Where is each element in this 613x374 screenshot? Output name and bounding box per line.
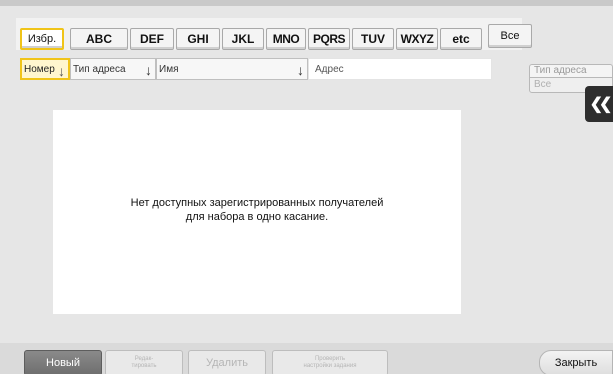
edit-button-label: Редак- тировать <box>131 356 157 369</box>
empty-list-message: Нет доступных зарегистрированных получат… <box>53 196 461 224</box>
close-button-label: Закрыть <box>554 357 598 369</box>
index-tab-bar: Избр. ABC DEF GHI JKL MNO PQRS TUV WXYZ … <box>16 18 532 50</box>
tab-favorites[interactable]: Избр. <box>20 28 64 50</box>
address-column-label: Адрес <box>315 63 344 75</box>
new-button[interactable]: Новый <box>24 350 102 374</box>
bottom-action-bar: Новый Редак- тировать Удалить Проверить … <box>0 343 613 374</box>
close-button[interactable]: Закрыть <box>539 350 613 374</box>
tab-wxyz[interactable]: WXYZ <box>396 28 438 50</box>
delete-button[interactable]: Удалить <box>188 350 266 374</box>
collapse-panel-button[interactable]: ❮❮ <box>585 86 613 122</box>
arrow-down-icon: ↓ <box>297 62 304 78</box>
tab-abc[interactable]: ABC <box>70 28 128 50</box>
recipient-list-area: Нет доступных зарегистрированных получат… <box>53 110 461 314</box>
edit-button[interactable]: Редак- тировать <box>105 350 183 374</box>
double-chevron-left-icon: ❮❮ <box>589 96 613 113</box>
tab-ghi[interactable]: GHI <box>176 28 220 50</box>
sort-address-type-label: Тип адреса <box>73 63 126 75</box>
empty-message-line-1: Нет доступных зарегистрированных получат… <box>130 197 384 209</box>
sort-name-button[interactable]: Имя ↓ <box>156 58 308 80</box>
address-column-header: Адрес <box>308 58 492 80</box>
check-job-settings-label: Проверить настройки задания <box>303 356 357 369</box>
address-book-screen: Избр. ABC DEF GHI JKL MNO PQRS TUV WXYZ … <box>0 0 613 374</box>
tab-mno[interactable]: MNO <box>266 28 306 50</box>
sort-number-label: Номер <box>24 63 55 75</box>
tab-tuv[interactable]: TUV <box>352 28 394 50</box>
delete-button-label: Удалить <box>206 357 248 369</box>
arrow-down-icon: ↓ <box>58 63 65 79</box>
tab-pqrs[interactable]: PQRS <box>308 28 350 50</box>
tab-def[interactable]: DEF <box>130 28 174 50</box>
check-job-settings-button[interactable]: Проверить настройки задания <box>272 350 388 374</box>
arrow-down-icon: ↓ <box>145 62 152 78</box>
tab-all[interactable]: Все <box>488 24 532 48</box>
sort-name-label: Имя <box>159 63 179 75</box>
sort-address-type-button[interactable]: Тип адреса ↓ <box>70 58 156 80</box>
filter-label: Тип адреса <box>529 64 613 77</box>
new-button-label: Новый <box>46 357 80 369</box>
tab-etc[interactable]: etc <box>440 28 482 50</box>
sort-number-button[interactable]: Номер ↓ <box>20 58 70 80</box>
tab-jkl[interactable]: JKL <box>222 28 264 50</box>
empty-message-line-2: для набора в одно касание. <box>185 211 329 223</box>
